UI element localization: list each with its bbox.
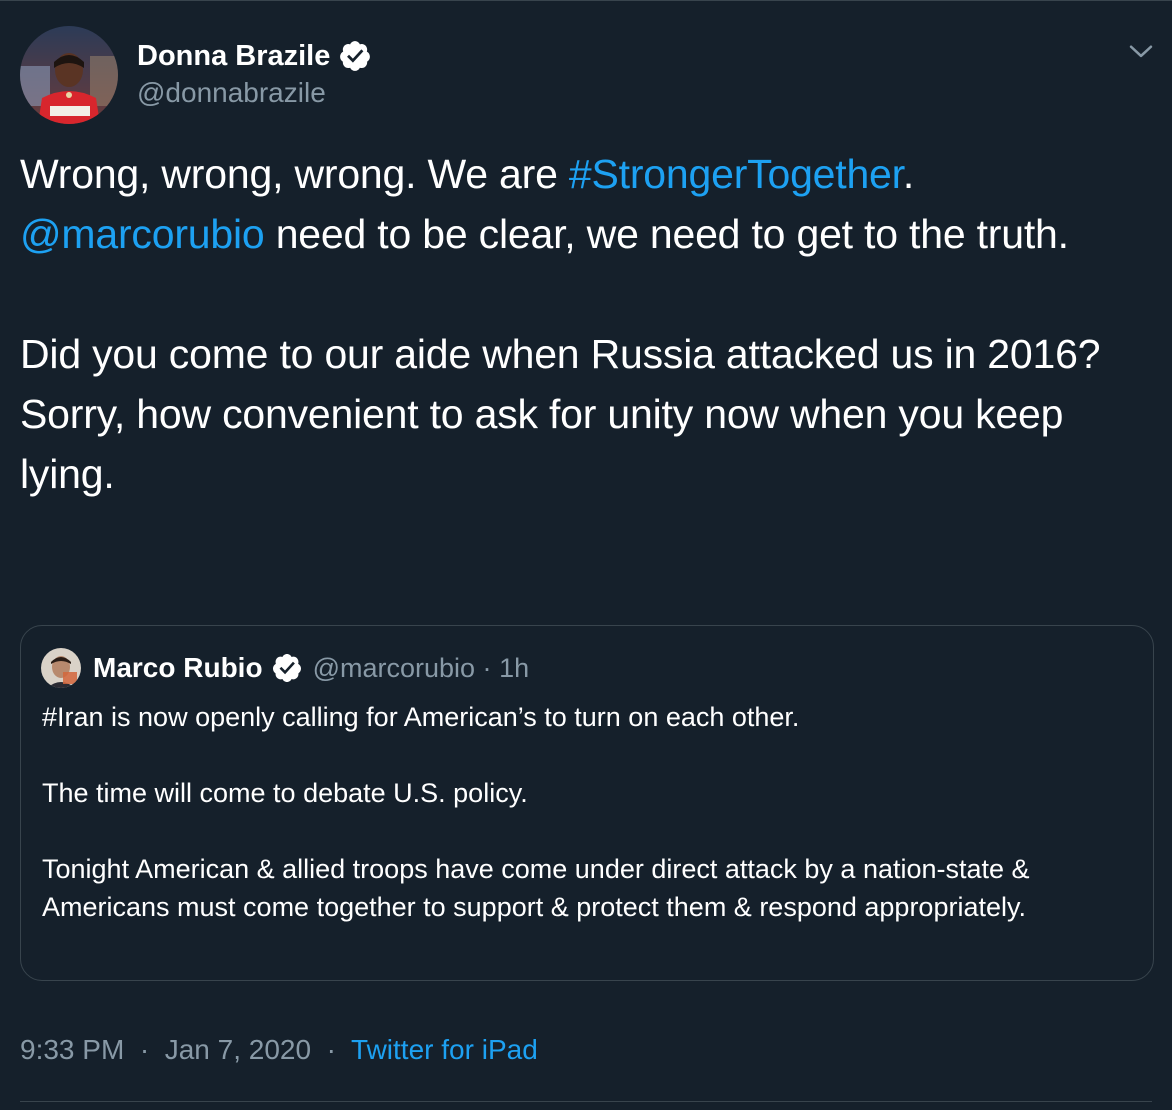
footer-separator: · (139, 1034, 150, 1065)
verified-badge-icon (271, 652, 303, 684)
tweet-text: Wrong, wrong, wrong. We are #StrongerTog… (20, 144, 1150, 504)
tweet-text-segment: Wrong, wrong, wrong. We are (20, 151, 569, 197)
quoted-tweet-text: #Iran is now openly calling for American… (42, 698, 1122, 926)
footer-separator: · (326, 1034, 336, 1065)
author-name-row: Donna Brazile (137, 38, 372, 74)
tweet[interactable]: Donna Brazile @donnabrazile Wrong, wrong… (0, 0, 1172, 1110)
chevron-down-icon[interactable] (1124, 34, 1158, 68)
quoted-tweet-header: Marco Rubio @marcorubio · 1h (41, 648, 529, 688)
mention-link[interactable]: @marcorubio (20, 211, 265, 257)
author-name[interactable]: Donna Brazile (137, 40, 330, 73)
quoted-tweet-time[interactable]: 1h (499, 653, 529, 684)
quoted-paragraph-1: #Iran is now openly calling for American… (42, 702, 800, 732)
tweet-text-segment: need to be clear, we need to get to the … (264, 211, 1069, 257)
tweet-source-link[interactable]: Twitter for iPad (351, 1034, 538, 1065)
quoted-author-avatar (41, 648, 81, 688)
quoted-meta-separator: · (482, 652, 492, 683)
quoted-paragraph-3: Tonight American & allied troops have co… (42, 854, 1030, 922)
tweet-date[interactable]: Jan 7, 2020 (165, 1034, 311, 1065)
tweet-paragraph-1: Wrong, wrong, wrong. We are #StrongerTog… (20, 144, 1150, 264)
quoted-author-name[interactable]: Marco Rubio (93, 652, 263, 684)
tweet-paragraph-2: Did you come to our aide when Russia att… (20, 331, 1101, 497)
quoted-author-handle[interactable]: @marcorubio (313, 653, 475, 684)
bottom-divider (20, 1101, 1152, 1102)
verified-badge-icon (338, 39, 372, 73)
tweet-text-segment: . (902, 151, 915, 197)
quoted-tweet[interactable]: Marco Rubio @marcorubio · 1h #Iran is no… (20, 625, 1154, 981)
quoted-paragraph-2: The time will come to debate U.S. policy… (42, 778, 528, 808)
tweet-time[interactable]: 9:33 PM (20, 1034, 124, 1065)
hashtag-link[interactable]: #StrongerTogether (569, 151, 903, 197)
author-avatar[interactable] (20, 26, 118, 124)
tweet-footer: 9:33 PM · Jan 7, 2020 · Twitter for iPad (20, 1034, 538, 1066)
author-handle[interactable]: @donnabrazile (137, 77, 326, 109)
